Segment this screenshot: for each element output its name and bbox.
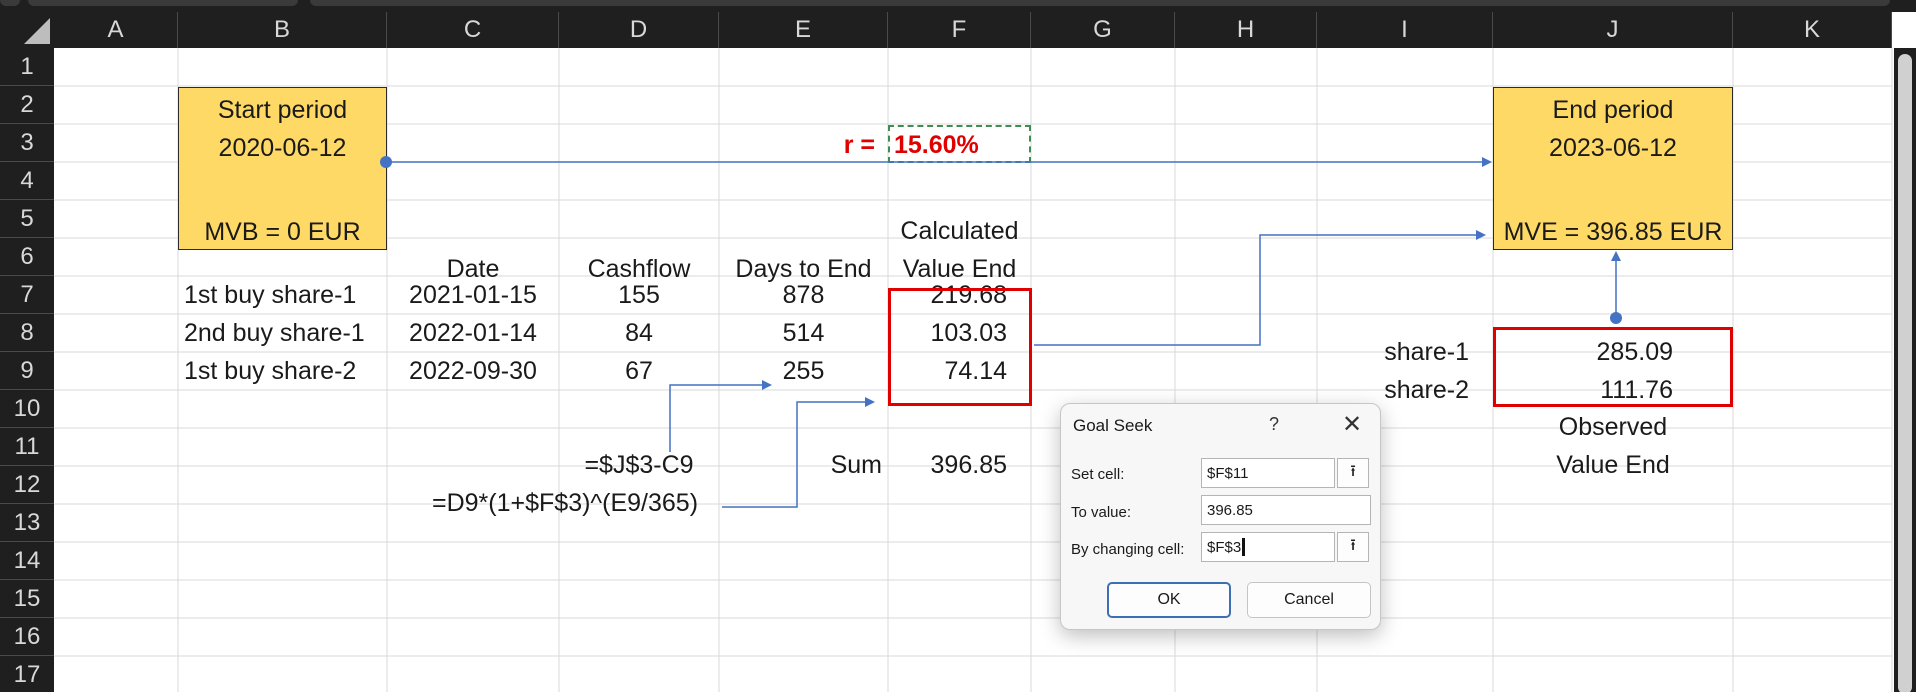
changing-cell-collapse-icon[interactable]: ⭱ <box>1337 532 1369 562</box>
value-formula-arrow <box>722 397 875 508</box>
ok-button[interactable]: OK <box>1107 582 1231 618</box>
spreadsheet: ABCDEFGHIJK 1 2 3 4 5 6 7 8 9 10 11 12 13 14 15 16 17 St… <box>0 0 1916 692</box>
period-arrow-origin <box>380 156 392 168</box>
changing-cell-value: $F$3 <box>1207 538 1242 556</box>
vertical-scrollbar[interactable] <box>1894 48 1916 692</box>
help-icon[interactable]: ? <box>1269 414 1279 435</box>
text-caret <box>1242 538 1246 556</box>
to-value-label: To value: <box>1071 504 1132 521</box>
set-cell-input[interactable]: $F$11 <box>1201 458 1335 488</box>
arrows-overlay <box>380 156 1622 508</box>
to-value-input[interactable]: 396.85 <box>1201 495 1371 525</box>
dialog-title: Goal Seek <box>1073 416 1153 435</box>
close-icon[interactable]: ✕ <box>1337 410 1367 438</box>
set-cell-collapse-icon[interactable]: ⭱ <box>1337 458 1369 488</box>
observed-arrow-origin <box>1610 312 1622 324</box>
changing-cell-label: By changing cell: <box>1071 541 1185 558</box>
days-formula-arrow <box>669 380 772 452</box>
changing-cell-input[interactable]: $F$3 <box>1201 532 1335 562</box>
calculated-to-end-arrow <box>1034 230 1486 346</box>
set-cell-label: Set cell: <box>1071 466 1125 483</box>
cancel-button[interactable]: Cancel <box>1247 582 1371 618</box>
goal-seek-dialog: Goal Seek ? ✕ Set cell: $F$11 ⭱ To value… <box>1060 403 1381 630</box>
